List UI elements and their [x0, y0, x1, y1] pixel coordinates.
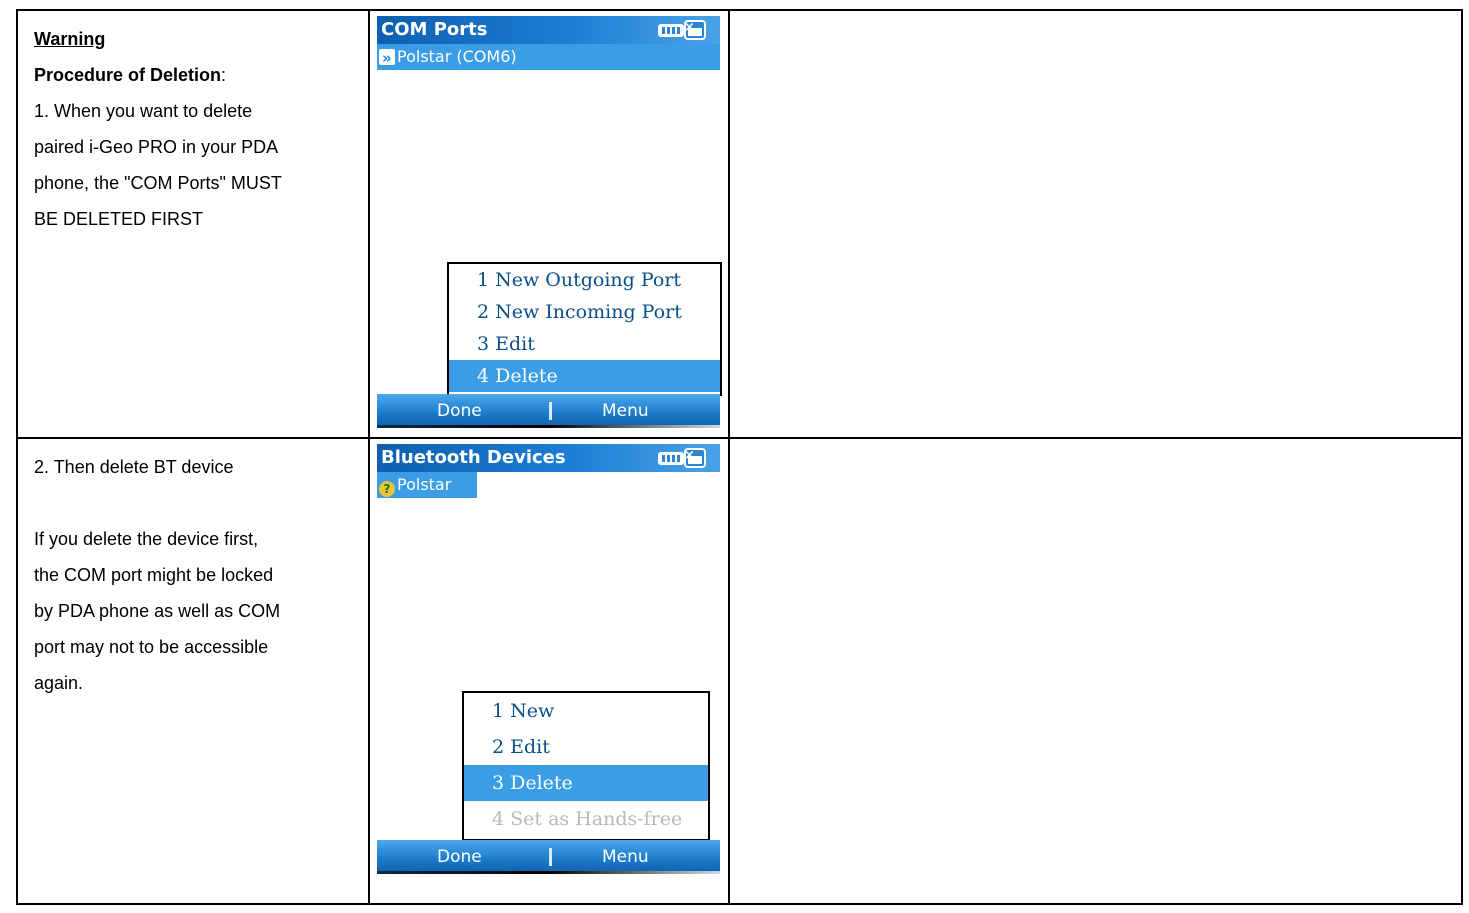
- battery-icon: [658, 24, 684, 37]
- step1-line: phone, the "COM Ports" MUST: [34, 173, 282, 193]
- screenshot-cell-bluetooth-devices: Bluetooth Devices × ? Polstar 1 New 2 Edi…: [368, 437, 730, 905]
- screen-title: COM Ports: [381, 19, 488, 40]
- menu-item-delete[interactable]: 3 Delete: [464, 765, 708, 801]
- menu-item-edit[interactable]: 3 Edit: [449, 328, 720, 360]
- no-signal-icon: ×: [684, 448, 695, 463]
- list-item-label: Polstar: [397, 475, 452, 494]
- soft-key-bar: Done Menu: [377, 394, 720, 428]
- menu-softkey[interactable]: Menu: [602, 840, 649, 874]
- status-icons: ×: [658, 20, 710, 40]
- bluetooth-port-icon: [379, 45, 395, 71]
- note-line: If you delete the device first,: [34, 529, 259, 549]
- title-bar: COM Ports ×: [377, 16, 720, 44]
- menu-item-new-outgoing-port[interactable]: 1 New Outgoing Port: [449, 264, 720, 296]
- no-signal-icon: ×: [684, 20, 695, 35]
- context-menu: 1 New Outgoing Port 2 New Incoming Port …: [447, 262, 722, 396]
- softkey-separator: [549, 402, 552, 420]
- step1-line: 1. When you want to delete: [34, 101, 253, 121]
- note-line: port may not to be accessible: [34, 637, 269, 657]
- instructions-cell-2: 2. Then delete BT device If you delete t…: [16, 437, 370, 905]
- empty-cell-2: [728, 437, 1463, 905]
- empty-cell-1: [728, 9, 1463, 439]
- instructions-cell-1: Warning Procedure of Deletion: 1. When y…: [16, 9, 370, 439]
- list-item[interactable]: ? Polstar: [377, 472, 477, 498]
- list-item[interactable]: Polstar (COM6): [377, 44, 720, 71]
- softkey-separator: [549, 848, 552, 866]
- step2-text: 2. Then delete BT device: [34, 457, 234, 477]
- menu-item-delete[interactable]: 4 Delete: [449, 360, 720, 392]
- document-table: Warning Procedure of Deletion: 1. When y…: [16, 9, 1463, 905]
- note-line: by PDA phone as well as COM: [34, 601, 281, 621]
- menu-item-new[interactable]: 1 New: [464, 693, 708, 729]
- title-bar: Bluetooth Devices ×: [377, 444, 720, 472]
- bluetooth-devices-screen: Bluetooth Devices × ? Polstar 1 New 2 Edi…: [377, 444, 720, 888]
- step1-line: paired i-Geo PRO in your PDA: [34, 137, 279, 157]
- menu-softkey[interactable]: Menu: [602, 394, 649, 428]
- menu-item-new-incoming-port[interactable]: 2 New Incoming Port: [449, 296, 720, 328]
- list-item-label: Polstar (COM6): [397, 47, 517, 66]
- done-softkey[interactable]: Done: [437, 840, 482, 874]
- question-device-icon: ?: [379, 481, 395, 497]
- done-softkey[interactable]: Done: [437, 394, 482, 428]
- note-line: again.: [34, 673, 84, 693]
- com-ports-screen: COM Ports × Polstar (COM6) 1 New Outgoin…: [377, 16, 722, 428]
- note-line: the COM port might be locked: [34, 565, 274, 585]
- menu-item-set-as-hands-free: 4 Set as Hands-free: [492, 808, 683, 830]
- soft-key-bar: Done Menu: [377, 840, 720, 874]
- context-menu: 1 New 2 Edit 3 Delete 4 Set as Hands-fre…: [462, 691, 710, 841]
- step1-line: BE DELETED FIRST: [34, 209, 204, 229]
- screen-title: Bluetooth Devices: [381, 447, 566, 468]
- warning-heading: Warning: [34, 29, 106, 49]
- battery-icon: [658, 452, 684, 465]
- status-icons: ×: [658, 448, 710, 468]
- procedure-colon: :: [221, 65, 227, 85]
- procedure-label: Procedure of Deletion: [34, 65, 222, 85]
- menu-item-edit[interactable]: 2 Edit: [464, 729, 708, 765]
- screenshot-cell-com-ports: COM Ports × Polstar (COM6) 1 New Outgoin…: [368, 9, 730, 439]
